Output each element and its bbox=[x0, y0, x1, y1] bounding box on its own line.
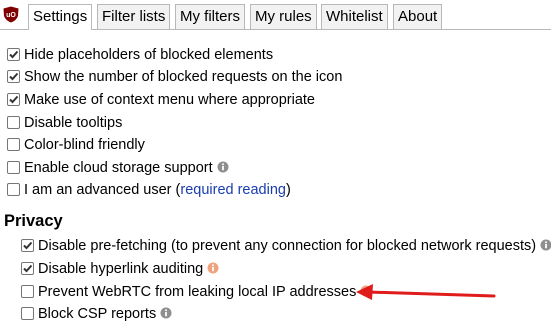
info-icon[interactable] bbox=[207, 262, 219, 274]
option-label: Prevent WebRTC from leaking local IP add… bbox=[38, 282, 372, 302]
checkbox-checked[interactable] bbox=[21, 239, 34, 252]
option-label: Disable hyperlink auditing bbox=[38, 259, 219, 279]
option-label-text: Disable pre-fetching (to prevent any con… bbox=[38, 238, 537, 254]
option-label-text: Prevent WebRTC from leaking local IP add… bbox=[38, 284, 357, 300]
link-suffix: ) bbox=[285, 182, 291, 198]
info-icon[interactable] bbox=[160, 307, 172, 319]
tab-whitelist[interactable]: Whitelist bbox=[321, 4, 388, 29]
checkbox-checked[interactable] bbox=[7, 93, 20, 106]
checkbox[interactable] bbox=[7, 183, 20, 196]
option-label: Show the number of blocked requests on t… bbox=[24, 69, 343, 85]
info-icon[interactable] bbox=[217, 161, 229, 173]
option-label: Make use of context menu where appropria… bbox=[24, 92, 315, 108]
info-icon[interactable] bbox=[360, 285, 372, 297]
checkbox[interactable] bbox=[7, 116, 20, 129]
settings-page: uO Settings Filter lists My filters My r… bbox=[0, 0, 551, 324]
tab-my-rules[interactable]: My rules bbox=[250, 4, 317, 29]
checkbox-checked[interactable] bbox=[7, 48, 20, 61]
checkbox[interactable] bbox=[21, 285, 34, 298]
privacy-heading: Privacy bbox=[4, 212, 63, 230]
tab-bar: uO Settings Filter lists My filters My r… bbox=[0, 0, 551, 30]
option-label: Disable tooltips bbox=[24, 115, 123, 131]
tab-settings[interactable]: Settings bbox=[28, 4, 93, 30]
tab-about[interactable]: About bbox=[393, 4, 443, 29]
arrow-shaft bbox=[366, 290, 496, 298]
option-label: Block CSP reports bbox=[38, 304, 172, 324]
checkbox-checked[interactable] bbox=[7, 70, 20, 83]
option-label: Disable pre-fetching (to prevent any con… bbox=[38, 236, 551, 256]
tab-my-filters[interactable]: My filters bbox=[175, 4, 245, 29]
info-icon[interactable] bbox=[540, 239, 551, 251]
required-reading-link[interactable]: required reading bbox=[180, 182, 286, 198]
checkbox[interactable] bbox=[7, 138, 20, 151]
svg-text:uO: uO bbox=[6, 12, 16, 19]
option-label: I am an advanced user (required reading) bbox=[24, 180, 291, 200]
option-label-text: I am an advanced user bbox=[24, 182, 172, 198]
checkbox[interactable] bbox=[7, 161, 20, 174]
option-label: Hide placeholders of blocked elements bbox=[24, 47, 274, 63]
option-label-text: Disable hyperlink auditing bbox=[38, 261, 204, 277]
checkbox-checked[interactable] bbox=[21, 262, 34, 275]
option-label-text: Enable cloud storage support bbox=[24, 160, 213, 176]
checkbox[interactable] bbox=[21, 307, 34, 320]
option-label: Color-blind friendly bbox=[24, 137, 145, 153]
tab-filter-lists[interactable]: Filter lists bbox=[97, 4, 171, 29]
option-label-text: Block CSP reports bbox=[38, 306, 157, 322]
ublock-logo-icon: uO bbox=[3, 6, 19, 23]
option-label: Enable cloud storage support bbox=[24, 158, 229, 178]
